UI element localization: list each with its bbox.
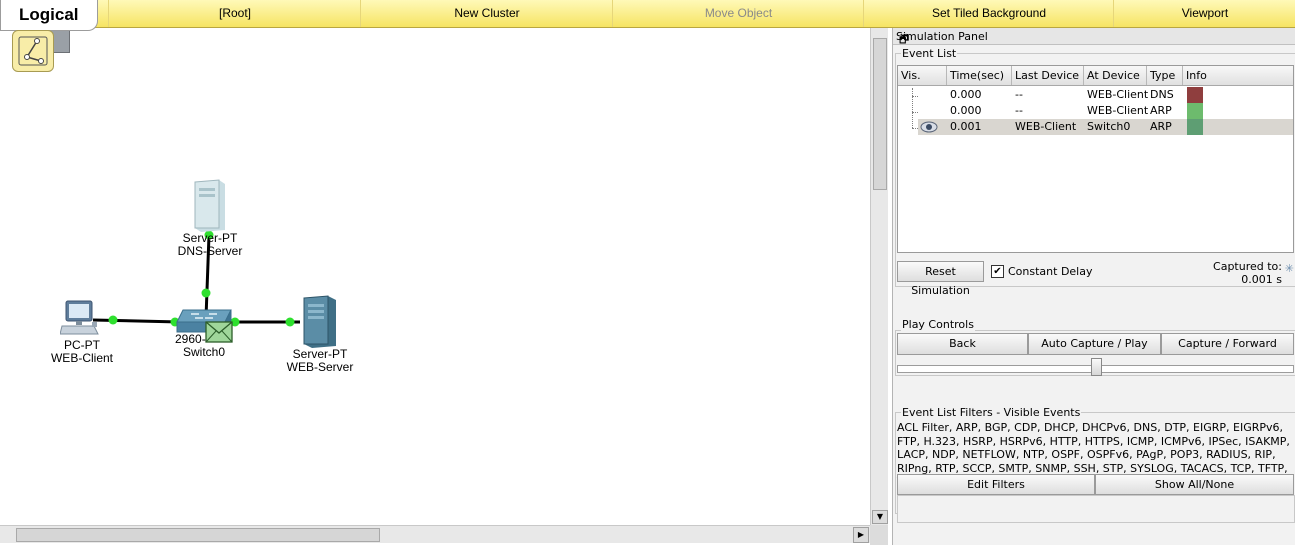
simulation-panel-titlebar: Simulation Panel 🗗 ✕ — [893, 28, 1295, 46]
edit-filters-button[interactable]: Edit Filters — [897, 474, 1095, 495]
logical-view-icon[interactable] — [12, 30, 54, 72]
viewport-button[interactable]: Viewport — [1113, 0, 1295, 27]
workspace-horizontal-scrollbar[interactable]: ▶ — [0, 525, 870, 543]
constant-delay-label: Constant Delay — [1008, 265, 1093, 278]
dns-server-label: Server-PT DNS-Server — [177, 231, 243, 258]
event-type: DNS — [1150, 88, 1174, 101]
scroll-down-arrow[interactable]: ▼ — [872, 510, 888, 524]
event-time: 0.001 — [950, 120, 982, 133]
capture-forward-button[interactable]: Capture / Forward — [1161, 333, 1294, 355]
scroll-left-arrow[interactable] — [1, 527, 15, 541]
column-at-device[interactable]: At Device — [1084, 66, 1147, 85]
auto-capture-play-button[interactable]: Auto Capture / Play — [1028, 333, 1161, 355]
close-icon[interactable]: ✕ — [899, 31, 908, 44]
dns-server-icon[interactable] — [191, 178, 227, 237]
scroll-corner — [870, 525, 888, 545]
top-toolbar: [Root] New Cluster Move Object Set Tiled… — [0, 0, 1295, 28]
play-controls-label: Play Controls — [901, 318, 975, 331]
topology-links — [92, 230, 300, 327]
workspace-vertical-scrollbar[interactable]: ▼ — [870, 28, 888, 525]
pdu-envelope-icon[interactable] — [205, 321, 233, 346]
vertical-scroll-thumb[interactable] — [873, 38, 887, 190]
web-client-pc-icon[interactable] — [59, 300, 100, 339]
event-at-device: Switch0 — [1087, 120, 1131, 133]
event-list-table[interactable]: Vis. Time(sec) Last Device At Device Typ… — [897, 65, 1294, 253]
filter-options-area — [897, 495, 1295, 523]
asterisk-icon: ✳ — [1284, 262, 1294, 275]
logical-tab-label: Logical — [19, 5, 79, 24]
captured-to-value: 0.001 s — [1241, 273, 1282, 286]
event-list-label: Event List — [901, 47, 958, 60]
scroll-right-arrow[interactable]: ▶ — [853, 527, 869, 543]
captured-to-label: Captured to: — [1213, 260, 1282, 273]
event-at-device: WEB-Client — [1087, 104, 1149, 117]
eye-icon[interactable] — [920, 120, 938, 136]
column-info[interactable]: Info — [1183, 66, 1293, 85]
event-info-color[interactable] — [1187, 87, 1203, 103]
event-type: ARP — [1150, 120, 1172, 133]
logical-tab[interactable]: Logical — [0, 0, 98, 31]
event-row[interactable]: 0.000 -- WEB-Client ARP — [898, 103, 1293, 119]
reset-simulation-button[interactable]: Reset Simulation — [897, 261, 984, 297]
web-client-label: PC-PT WEB-Client — [50, 338, 113, 365]
new-cluster-button[interactable]: New Cluster — [360, 0, 613, 27]
event-last-device: -- — [1015, 88, 1023, 101]
back-button[interactable]: Back — [897, 333, 1028, 355]
event-list-header: Vis. Time(sec) Last Device At Device Typ… — [898, 66, 1293, 86]
event-time: 0.000 — [950, 104, 982, 117]
event-time: 0.000 — [950, 88, 982, 101]
web-server-label: Server-PT WEB-Server — [286, 347, 354, 374]
move-object-button[interactable]: Move Object — [612, 0, 864, 27]
column-last-device[interactable]: Last Device — [1012, 66, 1084, 85]
event-row[interactable]: 0.000 -- WEB-Client DNS — [898, 87, 1293, 103]
event-info-color[interactable] — [1187, 119, 1203, 135]
captured-to: Captured to: 0.001 s — [1213, 260, 1282, 286]
event-filters-label: Event List Filters - Visible Events — [901, 406, 1082, 419]
column-time[interactable]: Time(sec) — [947, 66, 1012, 85]
simulation-panel-title: Simulation Panel — [896, 30, 988, 43]
switch-name-label: Switch0 — [182, 345, 226, 359]
event-last-device: WEB-Client — [1015, 120, 1077, 133]
event-type: ARP — [1150, 104, 1172, 117]
column-vis[interactable]: Vis. — [898, 66, 947, 85]
show-all-none-button[interactable]: Show All/None — [1095, 474, 1294, 495]
event-info-color[interactable] — [1187, 103, 1203, 119]
set-tiled-background-button[interactable]: Set Tiled Background — [863, 0, 1114, 27]
constant-delay-checkbox[interactable]: ✔ — [991, 265, 1004, 278]
horizontal-scroll-thumb[interactable] — [16, 528, 380, 542]
web-server-icon[interactable] — [302, 294, 338, 353]
simulation-panel: Simulation Panel 🗗 ✕ Event List Vis. Tim… — [892, 28, 1295, 545]
event-last-device: -- — [1015, 104, 1023, 117]
column-type[interactable]: Type — [1147, 66, 1183, 85]
event-row-selected[interactable]: 0.001 WEB-Client Switch0 ARP — [918, 119, 1293, 135]
logical-workspace[interactable]: Server-PT DNS-Server PC-PT WEB-Client 29… — [0, 28, 870, 525]
root-button[interactable]: [Root] — [108, 0, 361, 27]
play-speed-slider-thumb[interactable] — [1091, 358, 1102, 376]
event-at-device: WEB-Client — [1087, 88, 1149, 101]
